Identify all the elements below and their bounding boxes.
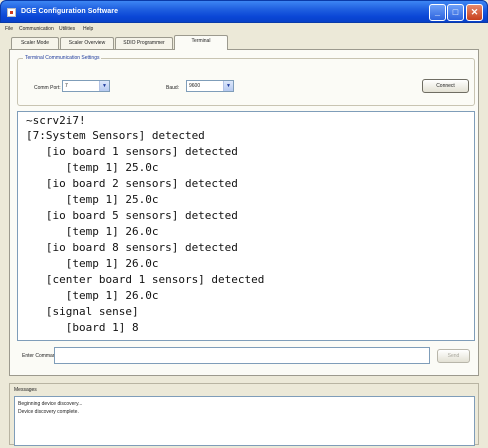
close-button[interactable]: ✕ xyxy=(466,4,483,21)
messages-log[interactable] xyxy=(14,396,475,446)
menu-bar: File Communication Utilities Help xyxy=(0,23,488,34)
terminal-output[interactable]: ~scrv2i7! [7:System Sensors] detected [i… xyxy=(17,111,475,341)
app-icon xyxy=(7,8,16,17)
terminal-line: [io board 8 sensors] detected xyxy=(26,241,238,254)
terminal-line: [temp 1] 25.0c xyxy=(26,161,159,174)
terminal-line: [io board 5 sensors] detected xyxy=(26,209,238,222)
baud-label: Baud: xyxy=(166,85,180,91)
command-input[interactable] xyxy=(54,347,430,364)
terminal-line: [io board 1 sensors] detected xyxy=(26,145,238,158)
window-title: DGE Configuration Software xyxy=(21,8,119,15)
terminal-line: [temp 1] 26.0c xyxy=(26,225,159,238)
terminal-line: [center board 1 sensors] detected xyxy=(26,273,265,286)
tab-scaler-overview[interactable]: Scaler Overview xyxy=(60,37,114,49)
tab-scaler-mode[interactable]: Scaler Mode xyxy=(11,37,59,49)
minimize-button[interactable]: _ xyxy=(429,4,446,21)
menu-communication[interactable]: Communication xyxy=(19,26,54,32)
tab-terminal[interactable]: Terminal xyxy=(174,35,228,50)
com-port-label: Comm Port: xyxy=(34,85,61,91)
settings-legend: Terminal Communication Settings xyxy=(23,55,102,61)
messages-title: Messages xyxy=(14,387,37,393)
connect-button[interactable]: Connect xyxy=(422,79,469,93)
baud-value: 9600 xyxy=(189,83,201,89)
chevron-down-icon[interactable]: ▼ xyxy=(99,81,109,91)
menu-file[interactable]: File xyxy=(5,26,13,32)
terminal-line: [io board 2 sensors] detected xyxy=(26,177,238,190)
menu-utilities[interactable]: Utilities xyxy=(59,26,75,32)
tab-sdio-programmer[interactable]: SDIO Programmer xyxy=(115,37,173,49)
terminal-line: [temp 1] 26.0c xyxy=(26,289,159,302)
terminal-line: ~scrv2i7! xyxy=(26,114,86,127)
terminal-line: [signal sense] xyxy=(26,305,139,318)
message-line: Device discovery complete. xyxy=(18,409,79,415)
terminal-line: [7:System Sensors] detected xyxy=(26,129,205,142)
message-line: Beginning device discovery... xyxy=(18,401,83,407)
terminal-line: [board 1] 8 xyxy=(26,321,139,334)
chevron-down-icon[interactable]: ▼ xyxy=(223,81,233,91)
com-port-select[interactable]: 7 ▼ xyxy=(62,80,110,92)
title-bar: DGE Configuration Software _ □ ✕ xyxy=(0,0,488,23)
maximize-button[interactable]: □ xyxy=(447,4,464,21)
menu-help[interactable]: Help xyxy=(83,26,93,32)
baud-select[interactable]: 9600 ▼ xyxy=(186,80,234,92)
terminal-line: [temp 1] 26.0c xyxy=(26,257,159,270)
com-port-value: 7 xyxy=(65,83,68,89)
terminal-line: [temp 1] 25.0c xyxy=(26,193,159,206)
send-button[interactable]: Send xyxy=(437,349,470,363)
